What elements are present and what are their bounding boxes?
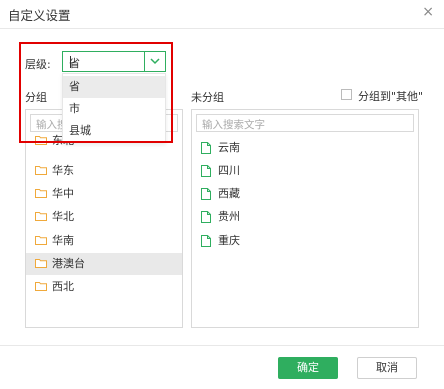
group-to-other-label: 分组到"其他": [358, 90, 424, 103]
level-option-province[interactable]: 省: [63, 76, 165, 98]
folder-icon: [35, 282, 47, 291]
group-to-other-checkbox[interactable]: [341, 89, 352, 100]
dialog-titlebar: 自定义设置 ×: [0, 0, 444, 29]
level-dropdown-menu: 省 市 县城: [62, 73, 166, 143]
ungrouped-item-label: 云南: [218, 141, 240, 154]
text-cursor: [70, 56, 71, 68]
folder-icon: [35, 166, 47, 175]
ungrouped-item[interactable]: 贵州: [192, 206, 418, 228]
group-item-label: 港澳台: [52, 257, 85, 270]
group-header: 分组: [25, 91, 47, 104]
dialog-title: 自定义设置: [8, 8, 71, 23]
file-icon: [201, 165, 211, 177]
ungrouped-search-placeholder: 输入搜索文字: [202, 119, 265, 131]
group-item-label: 华中: [52, 187, 74, 200]
level-option-city[interactable]: 市: [63, 98, 165, 120]
confirm-button[interactable]: 确定: [278, 357, 338, 379]
level-select[interactable]: 省: [62, 51, 166, 72]
ungrouped-item-label: 重庆: [218, 234, 240, 247]
group-item-label: 华东: [52, 164, 74, 177]
chevron-down-icon[interactable]: [144, 52, 165, 71]
group-item[interactable]: 华中: [26, 183, 182, 205]
folder-icon: [35, 236, 47, 245]
ungrouped-item[interactable]: 重庆: [192, 230, 418, 252]
group-item[interactable]: 华南: [26, 230, 182, 252]
level-label: 层级:: [25, 58, 51, 71]
group-item-selected[interactable]: 港澳台: [26, 253, 182, 275]
folder-icon: [35, 259, 47, 268]
ungrouped-header: 未分组: [191, 91, 224, 104]
ungrouped-item[interactable]: 云南: [192, 137, 418, 159]
group-item-label: 华北: [52, 210, 74, 223]
level-option-county[interactable]: 县城: [63, 120, 165, 142]
ungrouped-search-input[interactable]: 输入搜索文字: [196, 114, 414, 132]
group-item[interactable]: 华东: [26, 160, 182, 182]
file-icon: [201, 142, 211, 154]
group-item[interactable]: 西北: [26, 276, 182, 298]
ungrouped-item-label: 贵州: [218, 210, 240, 223]
group-item-label: 西北: [52, 280, 74, 293]
cancel-button[interactable]: 取消: [357, 357, 417, 379]
file-icon: [201, 188, 211, 200]
ungrouped-item-label: 四川: [218, 164, 240, 177]
group-item-label: 华南: [52, 234, 74, 247]
ungrouped-panel: 输入搜索文字 云南 四川 西藏 贵州 重庆: [191, 109, 419, 328]
folder-icon: [35, 136, 47, 145]
close-icon[interactable]: ×: [422, 4, 434, 20]
ungrouped-item[interactable]: 四川: [192, 160, 418, 182]
custom-settings-dialog: 自定义设置 × 层级: 省 省 市 县城 分组 输入搜 东北 华东 华中: [0, 0, 444, 388]
ungrouped-item[interactable]: 西藏: [192, 183, 418, 205]
ungrouped-item-label: 西藏: [218, 187, 240, 200]
folder-icon: [35, 189, 47, 198]
folder-icon: [35, 212, 47, 221]
group-item[interactable]: 华北: [26, 206, 182, 228]
file-icon: [201, 235, 211, 247]
file-icon: [201, 211, 211, 223]
